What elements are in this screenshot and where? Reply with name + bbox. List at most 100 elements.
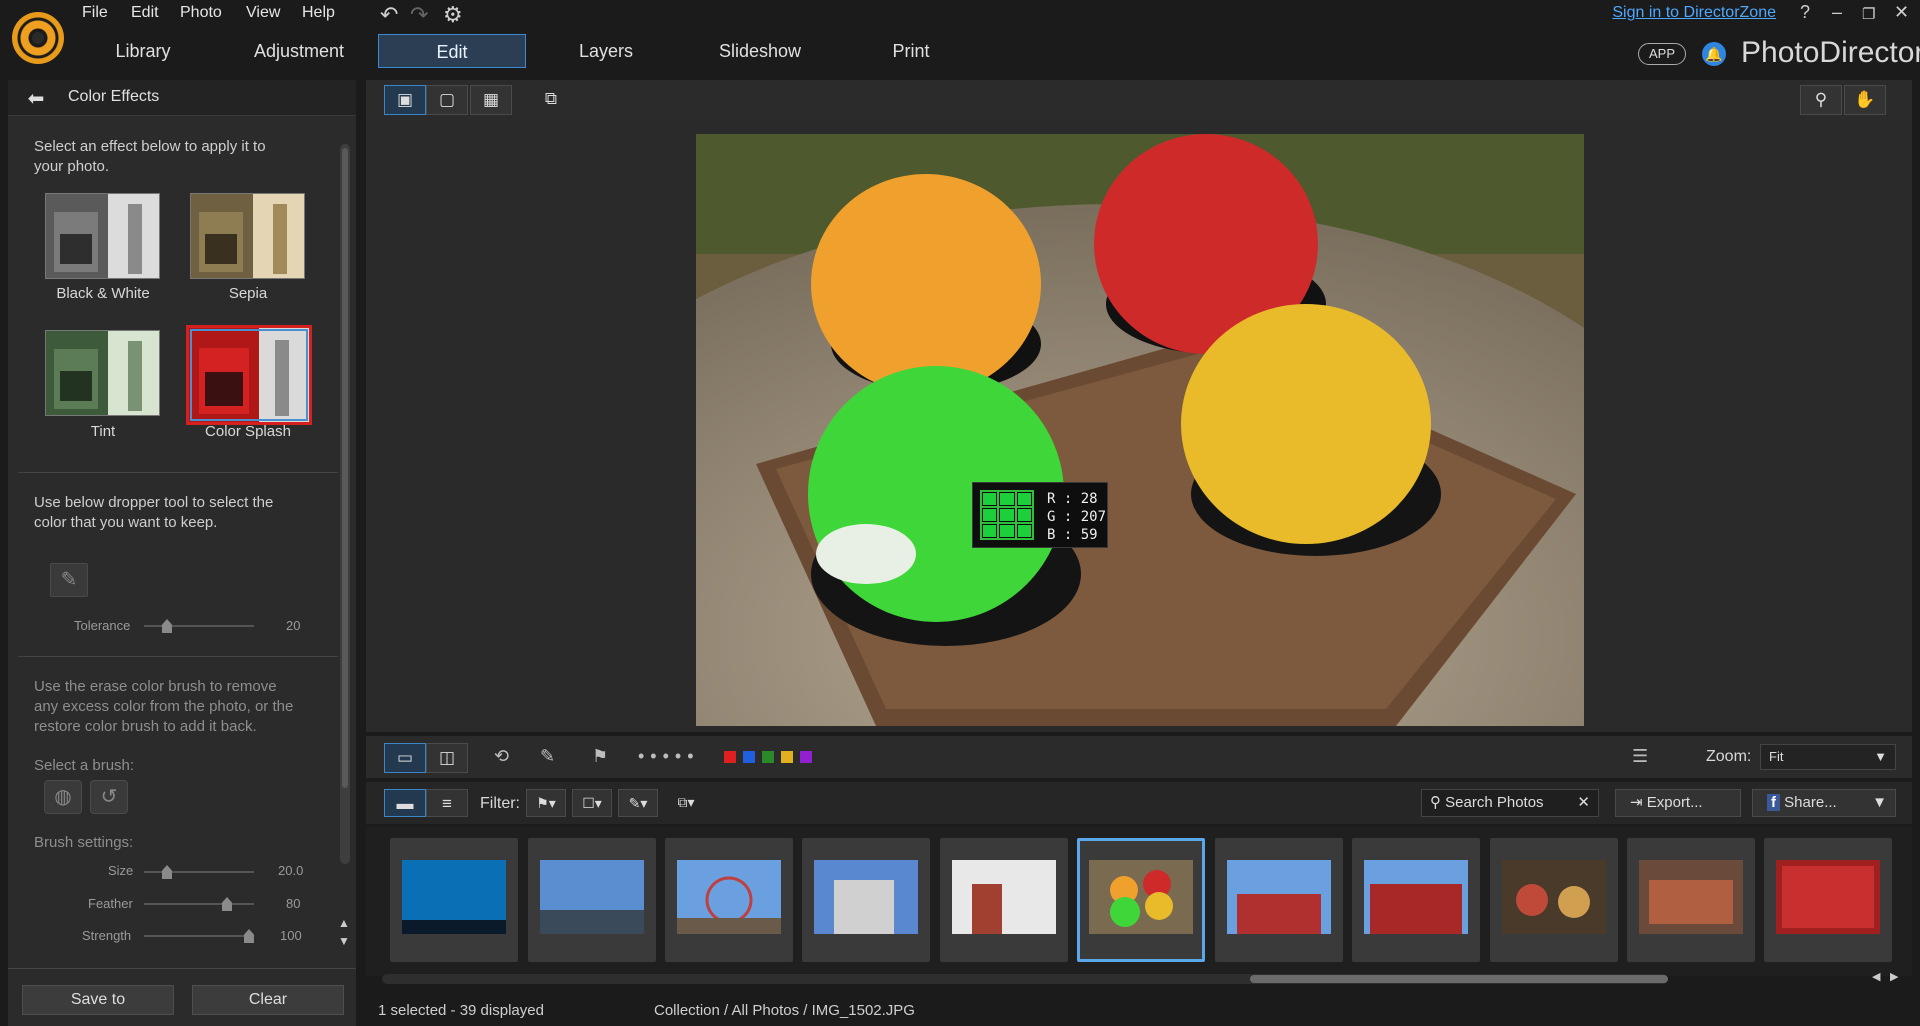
thumbnail-view-icon[interactable]: ▬ bbox=[384, 789, 426, 817]
label-yellow[interactable] bbox=[781, 751, 793, 763]
settings-gear-icon[interactable]: ⚙ bbox=[443, 2, 463, 28]
compare-view-icon[interactable]: ▢ bbox=[426, 85, 468, 115]
rating-dots[interactable]: ••••• bbox=[638, 746, 700, 767]
tolerance-slider-track[interactable] bbox=[144, 625, 254, 627]
clear-button[interactable]: Clear bbox=[192, 985, 344, 1015]
thumbnail-selected[interactable] bbox=[1077, 838, 1205, 962]
thumbnail[interactable] bbox=[1764, 838, 1892, 962]
thumbnail[interactable] bbox=[390, 838, 518, 962]
strength-label: Strength bbox=[82, 928, 132, 943]
notification-bell-icon[interactable]: 🔔 bbox=[1702, 42, 1726, 66]
scroll-right-icon[interactable]: ▶ bbox=[1890, 970, 1898, 983]
edit-pen-icon[interactable]: ✎ bbox=[540, 746, 555, 767]
tab-edit[interactable]: Edit bbox=[378, 34, 526, 68]
panel-title: Color Effects bbox=[68, 88, 160, 105]
single-layout-icon[interactable]: ▭ bbox=[384, 743, 426, 773]
strength-slider-track[interactable] bbox=[144, 935, 254, 937]
thumbnail[interactable] bbox=[1627, 838, 1755, 962]
filmstrip-scroll-thumb[interactable] bbox=[1250, 975, 1668, 983]
menu-photo[interactable]: Photo bbox=[180, 4, 222, 22]
label-purple[interactable] bbox=[800, 751, 812, 763]
restore-icon[interactable]: ❐ bbox=[1862, 5, 1875, 23]
effect-label-bw: Black & White bbox=[56, 285, 150, 302]
feather-slider-track[interactable] bbox=[144, 903, 254, 905]
effect-sepia-preview bbox=[191, 194, 304, 278]
tab-print[interactable]: Print bbox=[866, 34, 956, 68]
zoom-value: Fit bbox=[1769, 749, 1784, 764]
single-view-icon[interactable]: ▣ bbox=[384, 85, 426, 115]
thumbnail[interactable] bbox=[1215, 838, 1343, 962]
dropper-tool-icon[interactable]: ✎ bbox=[50, 563, 88, 597]
effect-label-color-splash: Color Splash bbox=[205, 423, 291, 440]
share-button[interactable]: f Share... ▼ bbox=[1752, 789, 1896, 817]
effect-black-white[interactable] bbox=[45, 193, 160, 279]
undo-icon[interactable]: ↶ bbox=[380, 2, 398, 28]
label-green[interactable] bbox=[762, 751, 774, 763]
tab-layers[interactable]: Layers bbox=[556, 34, 656, 68]
sign-in-link[interactable]: Sign in to DirectorZone bbox=[1612, 4, 1776, 22]
size-slider-track[interactable] bbox=[144, 871, 254, 873]
tab-library[interactable]: Library bbox=[100, 34, 186, 68]
viewer-toolbar bbox=[366, 80, 1912, 120]
grid-view-icon[interactable]: ▦ bbox=[470, 85, 512, 115]
thumbnail[interactable] bbox=[1352, 838, 1480, 962]
erase-instructions: Use the erase color brush to remove any … bbox=[34, 678, 294, 735]
edit-filter-button[interactable]: ✎▾ bbox=[618, 789, 658, 817]
sort-menu-icon[interactable]: ☰ bbox=[1632, 746, 1648, 767]
label-red[interactable] bbox=[724, 751, 736, 763]
tab-slideshow[interactable]: Slideshow bbox=[710, 34, 810, 68]
export-button[interactable]: ⇥ Export... bbox=[1615, 789, 1741, 817]
save-to-button[interactable]: Save to bbox=[22, 985, 174, 1015]
scroll-down-icon[interactable]: ▼ bbox=[338, 934, 350, 948]
effect-tint[interactable] bbox=[45, 330, 160, 416]
search-input[interactable]: ⚲ Search Photos ✕ bbox=[1421, 789, 1599, 817]
zoom-select[interactable]: Fit ▼ bbox=[1760, 744, 1896, 770]
redo-icon[interactable]: ↷ bbox=[410, 2, 428, 28]
close-icon[interactable]: ✕ bbox=[1894, 2, 1909, 23]
back-arrow-icon[interactable]: ⬅ bbox=[18, 86, 54, 110]
thumbnail-image bbox=[814, 860, 918, 934]
thumbnail[interactable] bbox=[665, 838, 793, 962]
app-badge[interactable]: APP bbox=[1638, 43, 1686, 65]
flag-filter-button[interactable]: ⚑▾ bbox=[526, 789, 566, 817]
thumbnail[interactable] bbox=[528, 838, 656, 962]
zoom-label: Zoom: bbox=[1706, 748, 1752, 765]
flag-icon[interactable]: ⚑ bbox=[592, 746, 608, 767]
thumbnail[interactable] bbox=[802, 838, 930, 962]
effect-color-splash-preview bbox=[189, 328, 309, 422]
scroll-up-icon[interactable]: ▲ bbox=[338, 916, 350, 930]
split-layout-icon[interactable]: ◫ bbox=[426, 743, 468, 773]
effect-sepia[interactable] bbox=[190, 193, 305, 279]
scroll-left-icon[interactable]: ◀ bbox=[1872, 970, 1880, 983]
rotate-icon[interactable]: ⟲ bbox=[494, 746, 509, 767]
rating-filter-button[interactable]: ☐▾ bbox=[572, 789, 612, 817]
panel-scrollbar[interactable] bbox=[340, 144, 350, 864]
menu-view[interactable]: View bbox=[246, 4, 280, 22]
minimize-icon[interactable]: – bbox=[1832, 2, 1842, 23]
effect-color-splash[interactable] bbox=[186, 325, 312, 425]
zoom-tool-icon[interactable]: ⚲ bbox=[1800, 85, 1842, 115]
thumbnail[interactable] bbox=[940, 838, 1068, 962]
second-display-icon[interactable]: ⧉ bbox=[530, 85, 572, 115]
thumbnail-image bbox=[540, 860, 644, 934]
chevron-down-icon: ▼ bbox=[1874, 749, 1887, 764]
strength-value: 100 bbox=[280, 928, 302, 943]
erase-brush-icon[interactable]: ◍ bbox=[44, 780, 82, 814]
filter-label: Filter: bbox=[480, 795, 520, 812]
label-blue[interactable] bbox=[743, 751, 755, 763]
stack-filter-button[interactable]: ⧉▾ bbox=[668, 789, 704, 817]
restore-brush-icon[interactable]: ↺ bbox=[90, 780, 128, 814]
thumbnail-image bbox=[677, 860, 781, 934]
hand-tool-icon[interactable]: ✋ bbox=[1844, 85, 1886, 115]
menu-edit[interactable]: Edit bbox=[131, 4, 159, 22]
search-clear-icon[interactable]: ✕ bbox=[1577, 790, 1590, 816]
menu-file[interactable]: File bbox=[82, 4, 108, 22]
menu-help[interactable]: Help bbox=[302, 4, 335, 22]
brand-name: PhotoDirector bbox=[1741, 36, 1920, 69]
tab-adjustment[interactable]: Adjustment bbox=[244, 34, 354, 68]
main-photo[interactable] bbox=[696, 134, 1584, 726]
chevron-down-icon[interactable]: ▼ bbox=[1872, 790, 1887, 816]
help-icon[interactable]: ? bbox=[1800, 2, 1810, 23]
thumbnail[interactable] bbox=[1490, 838, 1618, 962]
list-view-icon[interactable]: ≡ bbox=[426, 789, 468, 817]
